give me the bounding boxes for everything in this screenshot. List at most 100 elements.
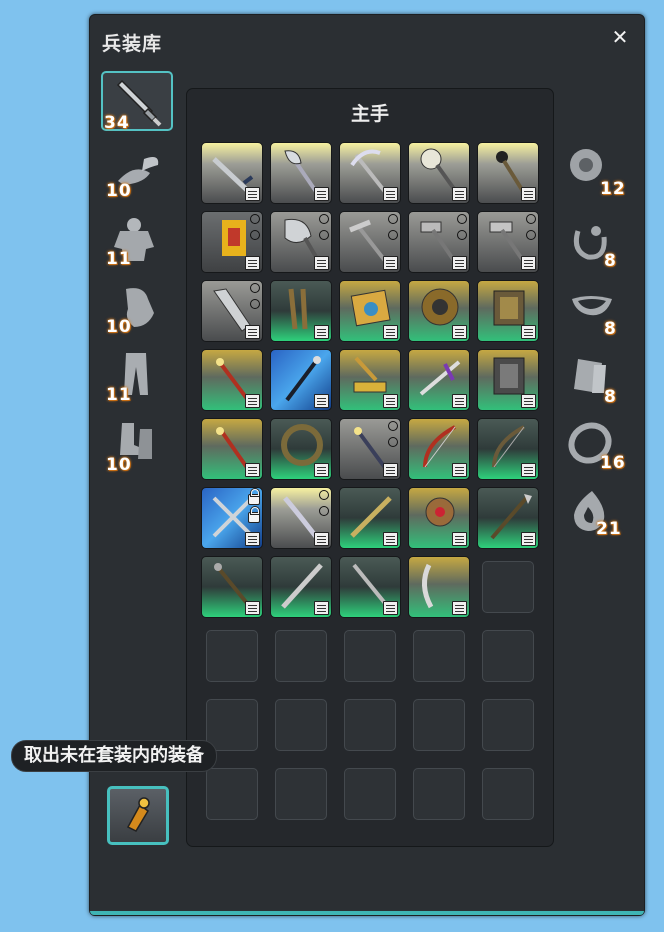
empty-slot[interactable] [206,630,258,682]
note-icon [383,394,398,408]
category-feet[interactable]: 10 [104,419,168,475]
item-slot[interactable] [477,487,539,549]
item-slot[interactable] [270,280,332,342]
link-icon [388,437,398,447]
empty-slot[interactable] [482,561,534,613]
lock-icon [248,489,260,505]
empty-slot[interactable] [206,768,258,820]
item-slot[interactable] [339,418,401,480]
empty-slot[interactable] [482,630,534,682]
note-icon [314,394,329,408]
link-icon [388,421,398,431]
empty-slot[interactable] [344,699,396,751]
category-ring[interactable]: 16 [568,421,632,477]
category-count: 34 [104,113,130,133]
note-icon [314,187,329,201]
link-icon [388,214,398,224]
empty-slot[interactable] [344,630,396,682]
item-slot[interactable] [408,487,470,549]
note-icon [383,256,398,270]
item-slot[interactable] [201,349,263,411]
empty-slot[interactable] [413,699,465,751]
link-icon [526,230,536,240]
item-slot[interactable] [339,556,401,618]
item-slot[interactable] [201,142,263,204]
item-slot[interactable] [201,280,263,342]
note-icon [245,463,260,477]
item-slot[interactable] [201,211,263,273]
item-slot[interactable] [339,487,401,549]
retrieve-button[interactable] [107,786,169,845]
link-icon [319,490,329,500]
empty-slot[interactable] [344,768,396,820]
category-count: 8 [604,319,617,339]
category-bracelet[interactable]: 8 [568,285,632,341]
item-slot[interactable] [201,487,263,549]
link-icon [526,214,536,224]
link-icon [319,506,329,516]
category-count: 12 [600,179,626,199]
note-icon [452,601,467,615]
empty-slot[interactable] [413,768,465,820]
category-wristband[interactable]: 8 [568,353,632,409]
link-icon [457,214,467,224]
item-slot[interactable] [201,556,263,618]
category-count: 11 [106,249,132,269]
tooltip: 取出未在套装内的装备 [11,740,217,772]
item-slot[interactable] [270,418,332,480]
note-icon [245,256,260,270]
category-hands[interactable]: 10 [104,283,168,339]
empty-slot[interactable] [482,699,534,751]
item-slot[interactable] [339,280,401,342]
item-slot[interactable] [408,280,470,342]
item-slot[interactable] [339,142,401,204]
item-slot[interactable] [408,418,470,480]
note-icon [452,532,467,546]
category-necklace[interactable]: 8 [568,217,632,273]
empty-slot[interactable] [482,768,534,820]
close-button[interactable]: ✕ [610,27,630,47]
category-soul-crystal[interactable]: 21 [568,489,632,545]
item-slot[interactable] [339,211,401,273]
item-slot[interactable] [477,418,539,480]
item-panel: 主手 [186,88,554,847]
item-slot[interactable] [408,142,470,204]
note-icon [314,601,329,615]
category-count: 10 [106,317,132,337]
note-icon [452,256,467,270]
link-icon [319,214,329,224]
category-earrings[interactable]: 12 [568,143,632,199]
retrieve-icon [126,797,150,832]
category-legs[interactable]: 11 [104,351,168,407]
panel-title: 主手 [350,103,389,125]
item-slot[interactable] [270,349,332,411]
item-slot[interactable] [408,349,470,411]
empty-slot[interactable] [275,699,327,751]
empty-slot[interactable] [275,768,327,820]
item-slot[interactable] [270,487,332,549]
empty-slot[interactable] [275,630,327,682]
note-icon [245,325,260,339]
empty-slot[interactable] [206,699,258,751]
item-slot[interactable] [477,211,539,273]
category-head[interactable]: 10 [104,149,168,205]
item-slot[interactable] [270,142,332,204]
link-icon [457,230,467,240]
item-slot[interactable] [270,211,332,273]
note-icon [314,532,329,546]
link-icon [388,230,398,240]
item-slot[interactable] [339,349,401,411]
category-body[interactable]: 11 [104,215,168,271]
empty-slot[interactable] [413,630,465,682]
item-slot[interactable] [477,142,539,204]
item-slot[interactable] [201,418,263,480]
item-slot[interactable] [408,556,470,618]
note-icon [452,325,467,339]
item-slot[interactable] [408,211,470,273]
category-count: 11 [106,385,132,405]
item-slot[interactable] [270,556,332,618]
window-title: 兵装库 [102,33,163,55]
category-main-hand[interactable]: 34 [104,73,168,133]
item-slot[interactable] [477,280,539,342]
item-slot[interactable] [477,349,539,411]
